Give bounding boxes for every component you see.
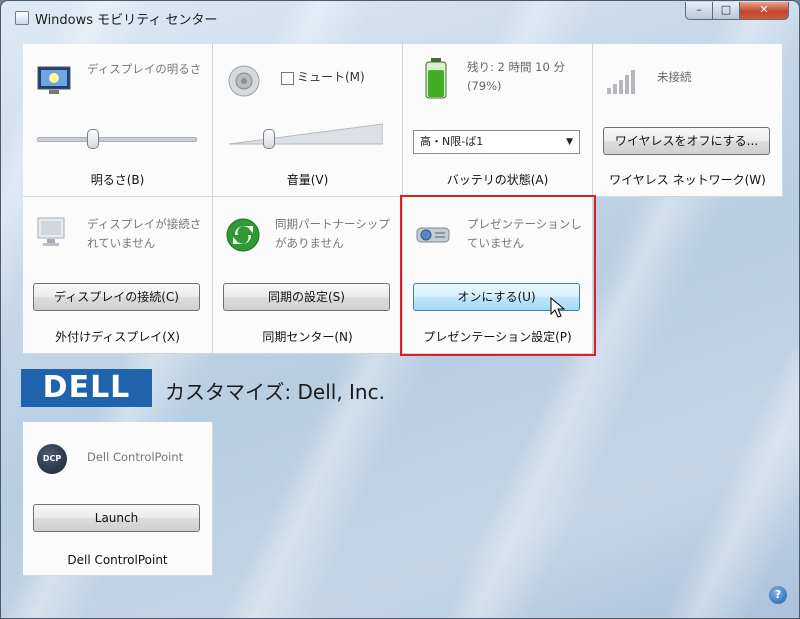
dell-logo: DELL [21,369,152,407]
wireless-label: ワイヤレス ネットワーク(W) [609,173,766,187]
external-display-label: 外付けディスプレイ(X) [55,330,180,344]
mute-label[interactable]: ミュート(M) [297,68,365,87]
launch-button[interactable]: Launch [33,504,200,532]
close-button[interactable]: ✕ [739,2,789,20]
battery-label: バッテリの状態(A) [446,173,549,187]
brightness-description: ディスプレイの明るさ [87,62,202,76]
volume-label: 音量(V) [286,173,329,187]
mobility-center-window: Windows モビリティ センター – □ ✕ ディスプレイの明るさ 明るさ(… [0,0,800,619]
battery-icon [425,58,447,99]
controlpoint-icon: DCP [37,444,67,474]
external-display-status: ディスプレイが接続されていません [87,217,202,250]
brightness-slider-thumb[interactable] [87,129,100,149]
mute-checkbox[interactable] [281,72,294,85]
battery-remaining: 残り: 2 時間 10 分 (79%) [467,60,565,93]
volume-tile: ミュート(M) 音量(V) [213,44,403,197]
sync-icon [226,218,260,252]
display-brightness-icon [37,66,71,94]
minimize-button[interactable]: – [685,2,713,20]
speaker-icon [228,65,260,97]
signal-strength-icon [607,70,635,94]
brightness-slider-track[interactable] [37,137,197,142]
battery-tile: 残り: 2 時間 10 分 (79%) 高・N限-ば1 ▼ バッテリの状態(A) [403,44,593,197]
highlight-frame [400,195,596,356]
sync-status: 同期パートナーシップがありません [275,217,390,250]
brightness-tile: ディスプレイの明るさ 明るさ(B) [23,44,213,197]
brightness-label: 明るさ(B) [90,173,145,187]
app-icon [15,11,29,25]
volume-slider-thumb[interactable] [262,129,275,149]
wireless-off-button[interactable]: ワイヤレスをオフにする... [603,127,770,155]
external-display-tile: ディスプレイが接続されていません ディスプレイの接続(C) 外付けディスプレイ(… [23,197,213,354]
connect-display-button[interactable]: ディスプレイの接続(C) [33,283,200,311]
wireless-tile: 未接続 ワイヤレスをオフにする... ワイヤレス ネットワーク(W) [593,44,783,197]
maximize-button[interactable]: □ [712,2,740,20]
dell-controlpoint-tile: DCP Dell ControlPoint Launch Dell Contro… [23,422,213,576]
controlpoint-label: Dell ControlPoint [67,553,168,567]
window-title: Windows モビリティ センター [35,13,218,28]
help-icon[interactable]: ? [769,586,787,604]
controlpoint-description: Dell ControlPoint [87,450,184,464]
monitor-icon [37,217,65,246]
title-bar[interactable]: Windows モビリティ センター – □ ✕ [1,1,799,31]
volume-ramp [229,123,383,145]
chevron-down-icon: ▼ [566,137,573,147]
sync-settings-button[interactable]: 同期の設定(S) [223,283,390,311]
power-plan-select[interactable]: 高・N限-ば1 ▼ [413,130,580,154]
wireless-status: 未接続 [657,70,692,84]
sync-center-tile: 同期パートナーシップがありません 同期の設定(S) 同期センター(N) [213,197,403,354]
power-plan-value: 高・N限-ば1 [420,135,484,148]
customization-text: カスタマイズ: Dell, Inc. [165,380,385,404]
sync-center-label: 同期センター(N) [262,330,353,344]
